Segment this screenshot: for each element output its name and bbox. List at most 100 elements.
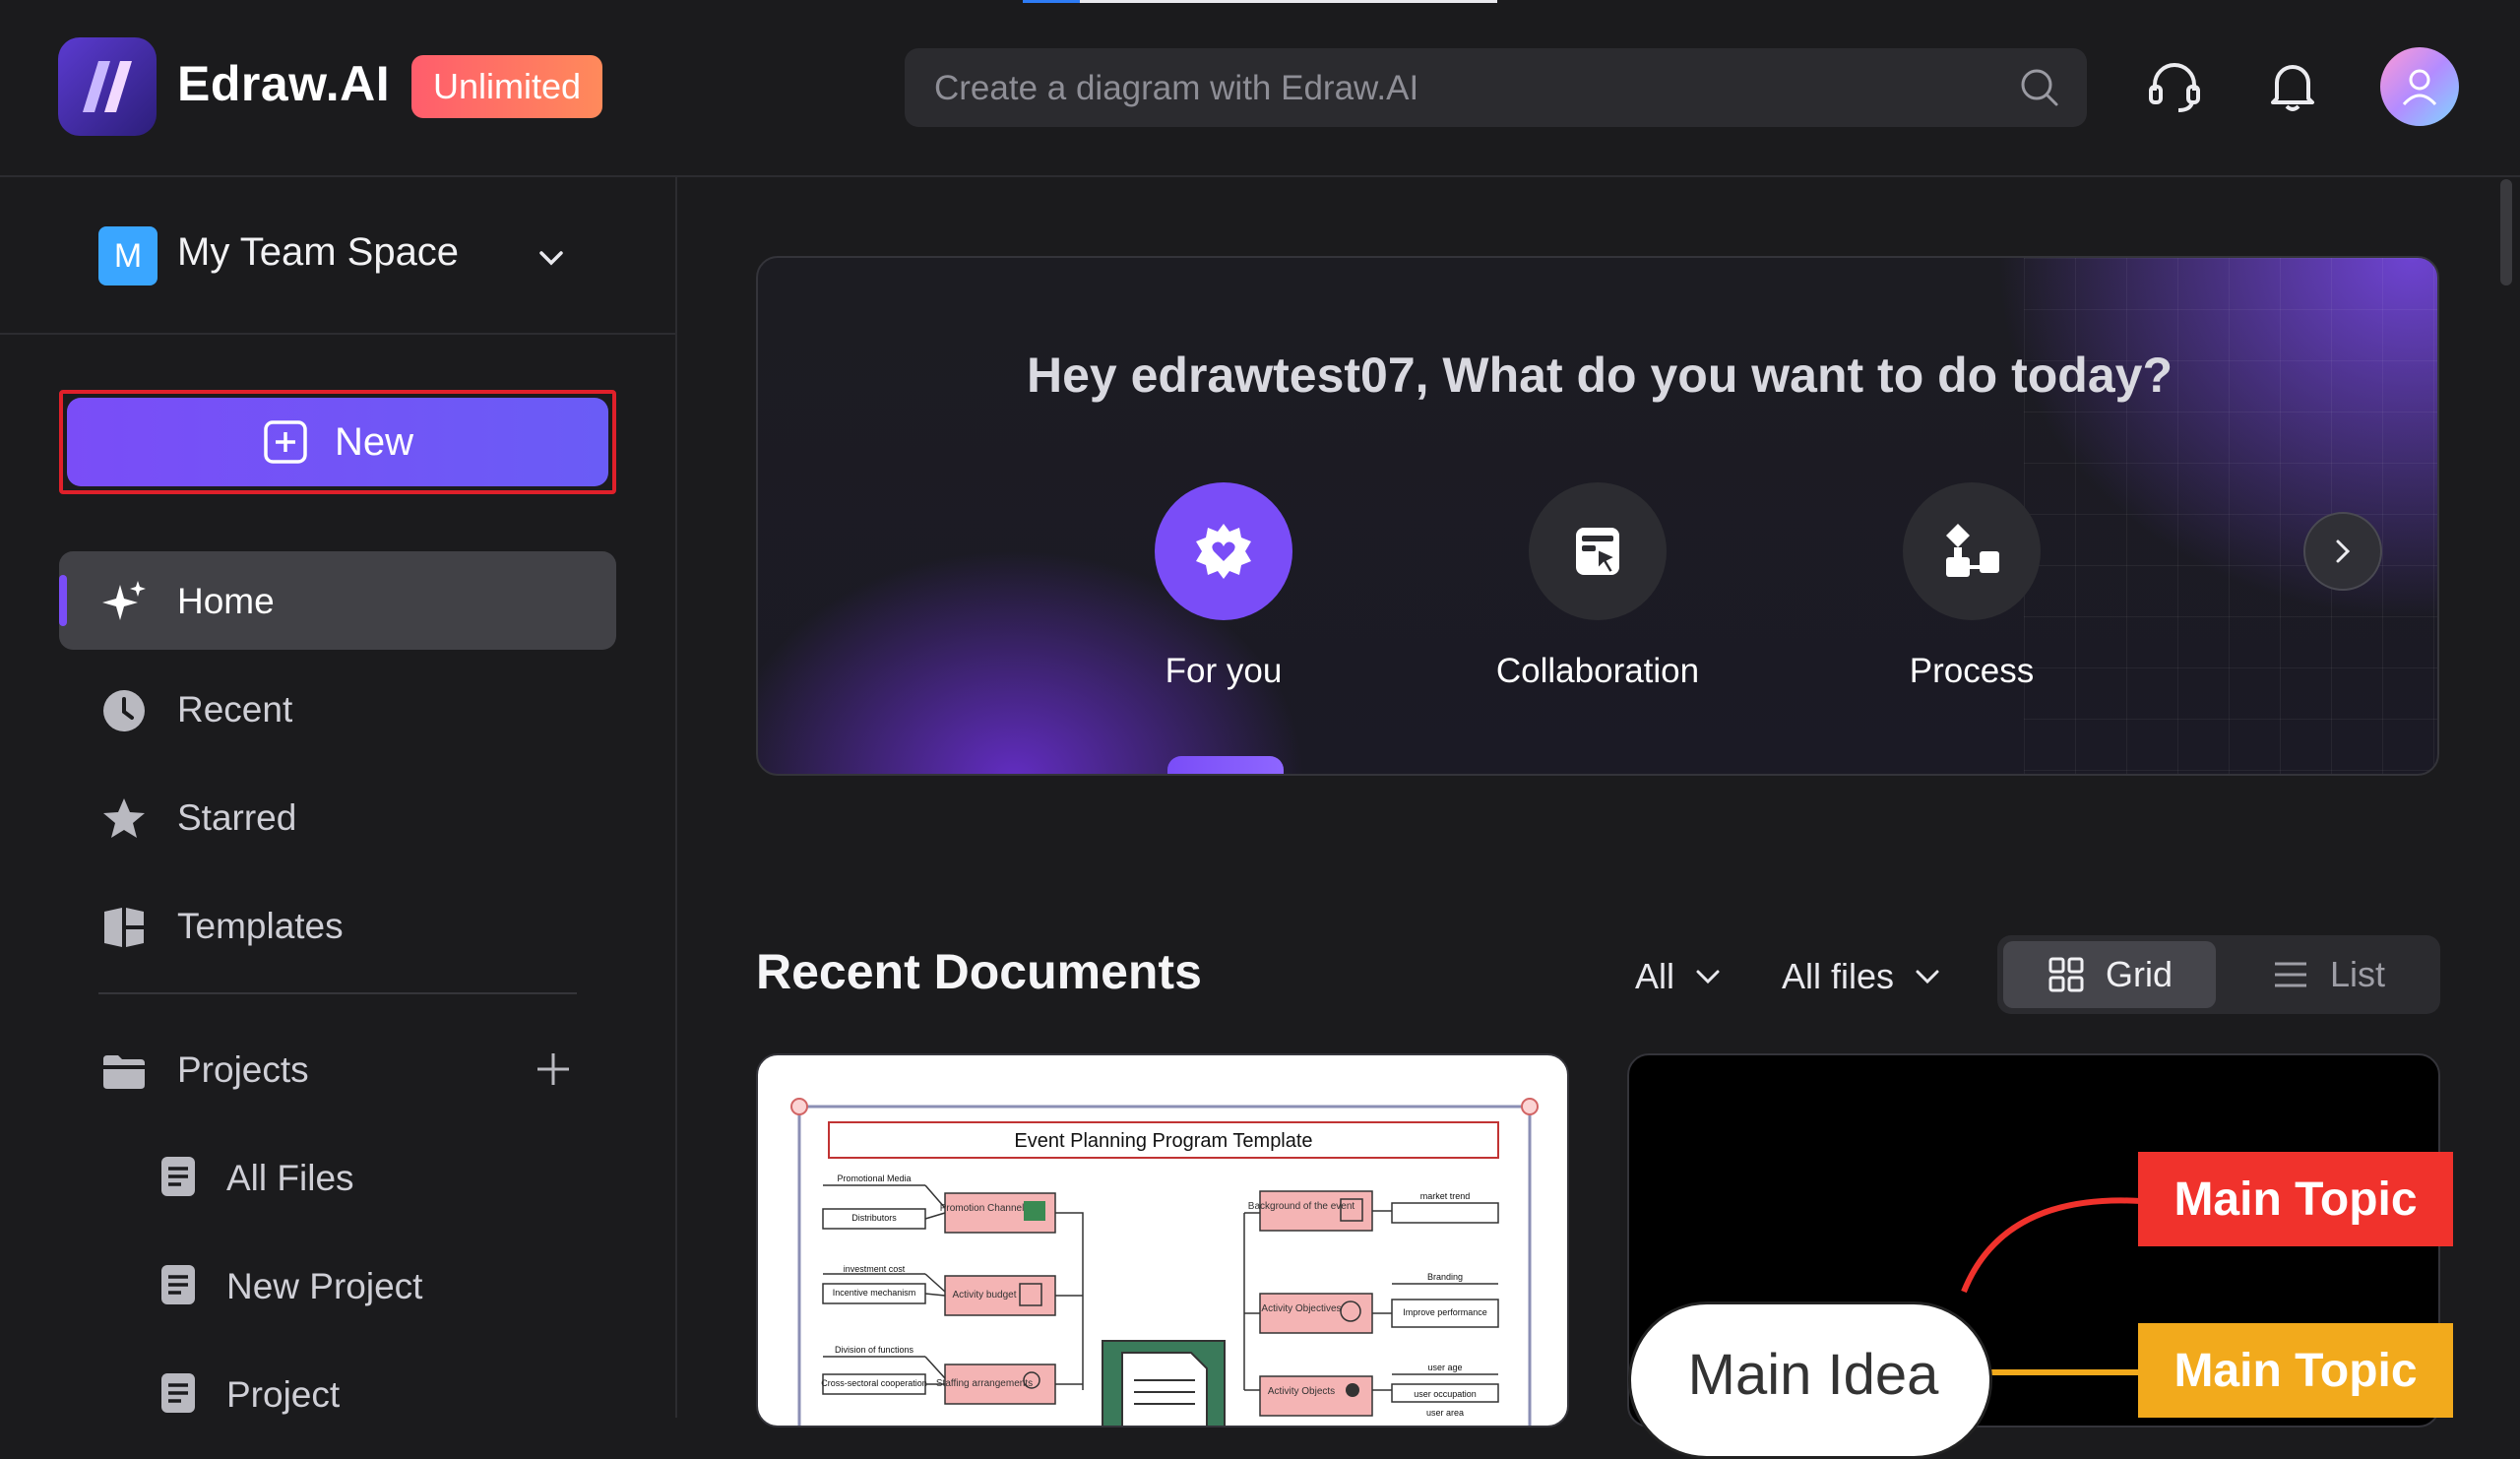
mind-map-main-idea: Main Idea [1628, 1301, 1992, 1459]
template-title: Event Planning Program Template [1014, 1130, 1312, 1152]
logo-icon [83, 61, 132, 112]
left-label: Distributors [851, 1213, 897, 1223]
chevron-down-icon[interactable] [532, 238, 571, 278]
sidebar-item-label: Recent [177, 689, 293, 730]
files-filter-dropdown[interactable]: All files [1782, 951, 1943, 1002]
sidebar-item-label: Home [177, 581, 275, 621]
left-label: Promotional Media [837, 1174, 911, 1183]
right-label: Branding [1427, 1272, 1463, 1282]
document-thumbnail: Event Planning Program Template Promotio… [790, 1098, 1539, 1426]
gear-heart-icon [1196, 524, 1251, 579]
left-box-label: Promotion Channels [940, 1203, 1030, 1214]
sidebar-item-starred[interactable]: Starred [59, 768, 616, 866]
project-item-project[interactable]: Project [148, 1349, 616, 1437]
quick-action-label: Process [1909, 652, 2035, 690]
files-filter-label: All files [1782, 956, 1895, 996]
banner-next-button[interactable] [2303, 512, 2382, 591]
file-list-icon [161, 1265, 195, 1304]
active-indicator [59, 575, 67, 626]
right-label: Improve performance [1403, 1307, 1487, 1317]
project-item-label: New Project [226, 1266, 423, 1306]
avatar[interactable] [2380, 47, 2459, 126]
add-project-icon[interactable] [532, 1047, 575, 1091]
left-box-label: Staffing arrangements [936, 1378, 1033, 1389]
file-list-icon [161, 1157, 195, 1196]
search-icon[interactable] [2018, 66, 2061, 109]
type-filter-label: All [1635, 956, 1675, 996]
left-label: Division of functions [835, 1345, 914, 1355]
plan-badge[interactable]: Unlimited [411, 55, 603, 118]
quick-action-label: For you [1165, 652, 1283, 690]
right-box-label: Activity Objectives [1261, 1303, 1341, 1314]
right-label: market trend [1420, 1191, 1471, 1201]
templates-icon [104, 908, 144, 947]
sidebar-item-recent[interactable]: Recent [59, 660, 616, 758]
right-box-label: Activity Objects [1268, 1386, 1335, 1397]
project-item-label: Project [226, 1374, 341, 1415]
project-item-new-project[interactable]: New Project [148, 1240, 616, 1329]
user-icon [2402, 69, 2437, 106]
chevron-right-icon [2336, 539, 2351, 563]
quick-action-circle [1155, 482, 1292, 620]
handle-dot [790, 1098, 808, 1115]
quick-action-circle [1529, 482, 1667, 620]
main-scrollbar[interactable] [2500, 179, 2512, 285]
main-idea-label: Main Idea [1687, 1343, 1939, 1407]
list-view-button[interactable]: List [2222, 941, 2434, 1008]
quick-action-for-you[interactable]: For you [1105, 482, 1342, 709]
search-input[interactable] [932, 48, 1999, 129]
sidebar-item-home[interactable]: Home [59, 551, 616, 650]
clock-icon [103, 690, 145, 731]
sidebar-divider [98, 992, 577, 994]
view-toggle: Grid List [1997, 935, 2440, 1014]
welcome-title: Hey edrawtest07, What do you want to do … [1026, 348, 2173, 403]
team-name: My Team Space [177, 230, 460, 274]
left-label: Incentive mechanism [833, 1288, 916, 1298]
file-list-icon [161, 1373, 195, 1413]
search-bar[interactable] [905, 48, 2087, 129]
quick-action-collaboration[interactable]: Collaboration [1480, 482, 1716, 709]
plus-square-icon [264, 420, 307, 464]
type-filter-dropdown[interactable]: All [1635, 951, 1724, 1002]
welcome-banner: Hey edrawtest07, What do you want to do … [756, 256, 2439, 776]
collaboration-icon [1576, 528, 1619, 575]
quick-action-circle [1903, 482, 2041, 620]
list-icon [2274, 962, 2306, 987]
grid-icon [2048, 957, 2084, 992]
team-badge: M [98, 226, 158, 285]
team-space-selector[interactable]: M My Team Space [0, 177, 675, 335]
left-box-label: Activity budget [952, 1290, 1016, 1300]
process-icon [1946, 524, 1999, 577]
handle-dot [1521, 1098, 1539, 1115]
sidebar-item-templates[interactable]: Templates [59, 876, 616, 975]
new-button-label: New [334, 419, 414, 464]
mind-map-topic: Main Topic [2138, 1323, 2453, 1418]
recent-documents-title: Recent Documents [756, 944, 1202, 999]
sparkle-icon [102, 581, 146, 620]
document-card-event-planning[interactable]: Event Planning Program Template Promotio… [756, 1053, 1569, 1427]
app-logo[interactable] [58, 37, 157, 136]
grid-view-button[interactable]: Grid [2003, 941, 2216, 1008]
project-item-all-files[interactable]: All Files [148, 1132, 616, 1221]
loading-progress-fill [1023, 0, 1080, 3]
right-label: user age [1427, 1363, 1462, 1372]
right-box-label: Background of the event [1248, 1201, 1355, 1212]
left-label: Cross-sectoral cooperation [821, 1378, 927, 1388]
new-button[interactable]: New [59, 390, 616, 494]
sidebar-item-label: Templates [177, 906, 344, 946]
right-label: user occupation [1414, 1389, 1477, 1399]
list-view-label: List [2329, 954, 2386, 994]
grid-view-label: Grid [2105, 954, 2173, 994]
left-label: investment cost [844, 1264, 906, 1274]
sidebar-item-label: Starred [177, 797, 297, 838]
bell-icon[interactable] [2261, 55, 2324, 118]
top-bar: Edraw.AI Unlimited [0, 0, 2520, 177]
loading-progress-bar [1023, 0, 1497, 3]
chevron-down-icon [1696, 970, 1720, 984]
right-label: user area [1426, 1408, 1464, 1418]
quick-action-process[interactable]: Process [1854, 482, 2090, 709]
project-item-label: All Files [226, 1158, 354, 1198]
headset-icon[interactable] [2143, 55, 2206, 118]
sidebar-item-label: Projects [177, 1049, 309, 1090]
app-name: Edraw.AI [177, 56, 391, 111]
